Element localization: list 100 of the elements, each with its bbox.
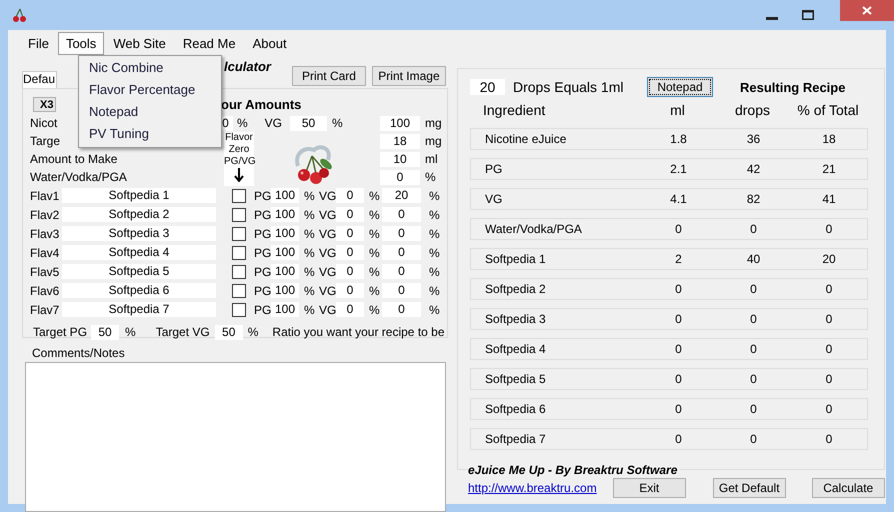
value-field[interactable]: 100 [380, 116, 420, 130]
ingredient-cell-text: Softpedia 1 [484, 252, 547, 266]
flavor-label: Flav5 [30, 264, 60, 278]
menu-item[interactable]: File [20, 32, 57, 54]
close-button[interactable] [840, 0, 894, 21]
value-field[interactable]: 50 [91, 324, 120, 340]
menu-item[interactable]: Tools [58, 32, 104, 54]
drops-cell-text: 40 [746, 252, 762, 266]
value-field[interactable]: 0 [336, 188, 364, 203]
flavor-label: Flav6 [30, 284, 60, 298]
menu-item[interactable]: Flavor Percentage [79, 79, 221, 101]
checkbox[interactable] [232, 264, 246, 278]
comments-field[interactable] [25, 362, 446, 512]
unit-label: % [304, 188, 314, 202]
checkbox[interactable] [232, 208, 246, 222]
percent-cell-text: 0 [824, 402, 834, 416]
value-field[interactable]: 0 [382, 207, 421, 222]
tab[interactable]: Defau [22, 71, 57, 88]
comments-label: Comments/Notes [32, 346, 125, 360]
drops-cell-text: 36 [746, 132, 762, 146]
website-link[interactable]: http://www.breaktru.com [468, 481, 597, 495]
value-field[interactable]: 50 [214, 324, 243, 340]
value-field[interactable]: 100 [271, 283, 299, 298]
unit-label: % [429, 284, 440, 298]
maximize-icon[interactable] [802, 10, 814, 20]
checkbox[interactable] [232, 302, 246, 316]
value-field[interactable]: 100 [271, 264, 299, 279]
checkbox[interactable] [232, 188, 246, 202]
value-field[interactable]: 100 [271, 302, 299, 317]
flavor-name-field[interactable]: Softpedia 6 [62, 283, 216, 298]
percent-cell-text: 0 [824, 372, 834, 386]
calculate-button[interactable]: Calculate [812, 478, 885, 498]
value-field[interactable]: 0 [380, 170, 420, 184]
percent-cell-text: 0 [824, 312, 834, 326]
percent-cell-text: 18 [821, 132, 837, 146]
value-field[interactable]: 0 [336, 226, 364, 241]
value-field[interactable]: 0 [336, 283, 364, 298]
get-default-button[interactable]: Get Default [712, 478, 786, 498]
menu-item[interactable]: Web Site [105, 32, 174, 54]
value-field[interactable]: 0 [382, 264, 421, 279]
flavor-name-field[interactable]: Softpedia 5 [62, 264, 216, 279]
drops-field[interactable]: 20 [470, 79, 505, 95]
flavor-name-field[interactable]: Softpedia 7 [62, 302, 216, 317]
menu-item[interactable]: Notepad [79, 101, 221, 123]
flavor-name-field[interactable]: Softpedia 4 [62, 245, 216, 260]
ingredient-cell-text: Softpedia 6 [484, 402, 547, 416]
checkbox[interactable] [232, 226, 246, 240]
print-card-button[interactable]: Print Card [292, 66, 366, 86]
minimize-icon[interactable] [766, 17, 778, 21]
unit-label: % [237, 116, 248, 130]
value-field[interactable]: 0 [382, 226, 421, 241]
percent-cell-text: 0 [824, 342, 834, 356]
value-field[interactable]: 0 [382, 283, 421, 298]
value-field[interactable]: 100 [271, 226, 299, 241]
menu-item[interactable]: About [244, 32, 295, 54]
ingredient-cell-text: PG [484, 162, 504, 176]
value-field[interactable]: 20 [382, 188, 421, 203]
notepad-button[interactable]: Notepad [647, 77, 713, 97]
value-field[interactable]: 0 [336, 207, 364, 222]
value-field[interactable]: 18 [380, 134, 420, 148]
menu-item[interactable]: Read Me [174, 32, 244, 54]
drops-cell-text: 0 [749, 372, 758, 386]
ingredient-cell-text: Nicotine eJuice [484, 132, 568, 146]
drops-cell-text: 0 [749, 432, 758, 446]
column-header: Ingredient [482, 102, 546, 118]
value-field[interactable]: 0 [336, 245, 364, 260]
unit-label: % [304, 226, 314, 240]
credits-text: eJuice Me Up - By Breaktru Software [468, 463, 680, 477]
unit-label: % [369, 246, 379, 260]
print-image-button[interactable]: Print Image [372, 66, 446, 86]
value-field[interactable]: 100 [271, 245, 299, 260]
value-field[interactable]: 0 [336, 302, 364, 317]
value-field[interactable]: 10 [380, 152, 420, 166]
value-field[interactable]: 0 [336, 264, 364, 279]
field-label: VG [319, 302, 336, 316]
checkbox[interactable] [232, 246, 246, 260]
exit-button[interactable]: Exit [612, 478, 686, 498]
menu-item[interactable]: Nic Combine [79, 57, 221, 79]
flavor-name-field[interactable]: Softpedia 3 [62, 226, 216, 241]
flavor-name-field[interactable]: Softpedia 1 [62, 188, 216, 203]
value-field[interactable]: 0 [382, 245, 421, 260]
field-label: PG [254, 246, 271, 260]
flavor-label: Flav2 [30, 208, 60, 222]
ml-cell-text: 1.8 [669, 132, 688, 146]
flavor-name-field[interactable]: Softpedia 2 [62, 207, 216, 222]
checkbox[interactable] [232, 284, 246, 298]
menu-item[interactable]: PV Tuning [79, 123, 221, 145]
x3-button[interactable]: X3 [33, 96, 56, 112]
drops-cell-text: 82 [746, 192, 762, 206]
drops-label: Drops Equals 1ml [513, 79, 624, 95]
cherry-icon [12, 7, 28, 23]
percent-cell-text: 0 [824, 432, 834, 446]
value-field[interactable]: 100 [271, 188, 299, 203]
value-field[interactable]: 50 [290, 116, 328, 130]
value-field[interactable]: 100 [271, 207, 299, 222]
field-label: VG [264, 116, 282, 130]
drops-cell-text: 0 [749, 312, 758, 326]
value-field[interactable]: 0 [382, 302, 421, 317]
unit-label: % [248, 325, 258, 339]
flavor-label: Flav4 [30, 246, 60, 260]
